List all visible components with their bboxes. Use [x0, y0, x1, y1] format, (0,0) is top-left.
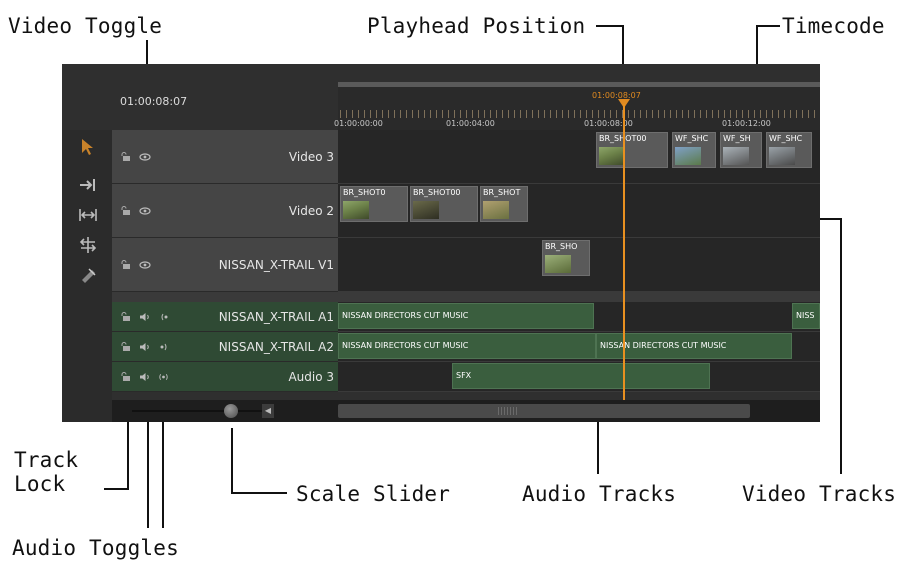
scroll-left-button[interactable]: ◀ — [262, 404, 274, 418]
track-name: Video 3 — [288, 149, 334, 164]
ruler-top-bar — [338, 82, 820, 87]
eye-icon[interactable] — [138, 152, 151, 162]
audio-clip[interactable]: NISSAN DIRECTORS CUT MUSIC — [338, 303, 594, 329]
audio-clip[interactable]: SFX — [452, 363, 710, 389]
slide-tool-icon[interactable] — [76, 234, 100, 256]
current-timecode: 01:00:08:07 — [120, 95, 188, 108]
ruler-tick-label: 01:00:00:00 — [334, 119, 383, 128]
track-content[interactable]: BR_SHOT00 WF_SHC WF_SH WF_SHC — [338, 130, 820, 184]
slip-tool-icon[interactable] — [76, 204, 100, 226]
ruler-tick-label: 01:00:12:00 — [722, 119, 771, 128]
callout-audio-toggles: Audio Toggles — [12, 536, 179, 560]
eye-icon[interactable] — [138, 206, 151, 216]
leader-scale-h — [231, 492, 287, 494]
track-header: NISSAN_X-TRAIL A2 — [112, 332, 338, 362]
lock-icon[interactable] — [119, 371, 132, 382]
lock-icon[interactable] — [119, 151, 132, 162]
callout-timecode: Timecode — [782, 14, 885, 38]
track-video-2: Video 2 BR_SHOT0 BR_SHOT00 BR_SHOT — [112, 184, 820, 238]
callout-track-lock: Track Lock — [14, 448, 79, 496]
track-separator — [112, 292, 820, 302]
playhead-timecode: 01:00:08:07 — [592, 91, 641, 100]
video-clip[interactable]: BR_SHOT00 — [410, 186, 478, 222]
callout-video-tracks: Video Tracks — [742, 482, 897, 506]
playhead-line[interactable] — [623, 104, 625, 400]
track-header: Video 3 — [112, 130, 338, 184]
audio-clip[interactable]: NISSAN DIRECTORS CUT MUSIC — [596, 333, 792, 359]
eye-icon[interactable] — [138, 260, 151, 270]
track-nissan-a2: NISSAN_X-TRAIL A2 NISSAN DIRECTORS CUT M… — [112, 332, 820, 362]
track-content[interactable]: SFX — [338, 362, 820, 392]
callout-audio-tracks: Audio Tracks — [522, 482, 677, 506]
timeline-editor: 01:00:08:07 01:00:00:00 01:00:04:00 01:0… — [62, 64, 820, 422]
track-content[interactable]: BR_SHO — [338, 238, 820, 292]
speaker-icon[interactable] — [138, 312, 151, 322]
track-content[interactable]: NISSAN DIRECTORS CUT MUSIC NISS — [338, 302, 820, 332]
leader-playhead-h — [596, 25, 624, 27]
track-header: NISSAN_X-TRAIL V1 — [112, 238, 338, 292]
track-nissan-a1: NISSAN_X-TRAIL A1 NISSAN DIRECTORS CUT M… — [112, 302, 820, 332]
select-tool-icon[interactable] — [76, 136, 100, 158]
leader-timecode-h — [756, 25, 780, 27]
track-header: Audio 3 — [112, 362, 338, 392]
scale-slider-knob[interactable] — [224, 404, 238, 418]
scale-slider-track[interactable] — [132, 410, 262, 412]
audio-monitor-icon[interactable] — [157, 312, 170, 322]
callout-playhead-position: Playhead Position — [367, 14, 586, 38]
video-clip[interactable]: BR_SHOT — [480, 186, 528, 222]
lock-icon[interactable] — [119, 341, 132, 352]
ruler-ticks — [340, 110, 820, 118]
audio-clip[interactable]: NISS — [792, 303, 820, 329]
track-name: NISSAN_X-TRAIL A2 — [218, 339, 334, 354]
lock-icon[interactable] — [119, 205, 132, 216]
track-name: NISSAN_X-TRAIL V1 — [218, 257, 334, 272]
lock-icon[interactable] — [119, 259, 132, 270]
track-name: NISSAN_X-TRAIL A1 — [218, 309, 334, 324]
speaker-icon[interactable] — [138, 342, 151, 352]
audio-monitor-icon[interactable] — [157, 372, 170, 382]
callout-video-toggle: Video Toggle — [8, 14, 163, 38]
video-clip[interactable]: BR_SHOT00 — [596, 132, 668, 168]
video-clip[interactable]: WF_SHC — [672, 132, 716, 168]
track-header: NISSAN_X-TRAIL A1 — [112, 302, 338, 332]
track-header: Video 2 — [112, 184, 338, 238]
video-clip[interactable]: BR_SHOT0 — [340, 186, 408, 222]
track-nissan-v1: NISSAN_X-TRAIL V1 BR_SHO — [112, 238, 820, 292]
scrollbar-grip[interactable] — [498, 407, 518, 415]
lock-icon[interactable] — [119, 311, 132, 322]
video-clip[interactable]: BR_SHO — [542, 240, 590, 276]
leader-scale-v — [231, 428, 233, 494]
track-audio-3: Audio 3 SFX — [112, 362, 820, 392]
track-video-3: Video 3 BR_SHOT00 WF_SHC WF_SH WF_SHC — [112, 130, 820, 184]
track-content[interactable]: NISSAN DIRECTORS CUT MUSIC NISSAN DIRECT… — [338, 332, 820, 362]
tool-palette — [62, 130, 112, 422]
horizontal-scrollbar[interactable] — [338, 404, 750, 418]
audio-monitor-icon[interactable] — [157, 342, 170, 352]
leader-track-lock-h — [104, 488, 129, 490]
track-content[interactable]: BR_SHOT0 BR_SHOT00 BR_SHOT — [338, 184, 820, 238]
audio-clip[interactable]: NISSAN DIRECTORS CUT MUSIC — [338, 333, 596, 359]
timeline-bottom-bar: ◀ — [112, 400, 820, 422]
video-clip[interactable]: WF_SH — [720, 132, 762, 168]
razor-tool-icon[interactable] — [76, 264, 100, 286]
ruler-tick-label: 01:00:08:00 — [584, 119, 633, 128]
ruler-tick-label: 01:00:04:00 — [446, 119, 495, 128]
callout-scale-slider: Scale Slider — [296, 482, 451, 506]
track-name: Audio 3 — [288, 369, 334, 384]
ripple-tool-icon[interactable] — [76, 174, 100, 196]
video-clip[interactable]: WF_SHC — [766, 132, 812, 168]
speaker-icon[interactable] — [138, 372, 151, 382]
leader-video-tracks-v — [840, 218, 842, 474]
track-name: Video 2 — [288, 203, 334, 218]
